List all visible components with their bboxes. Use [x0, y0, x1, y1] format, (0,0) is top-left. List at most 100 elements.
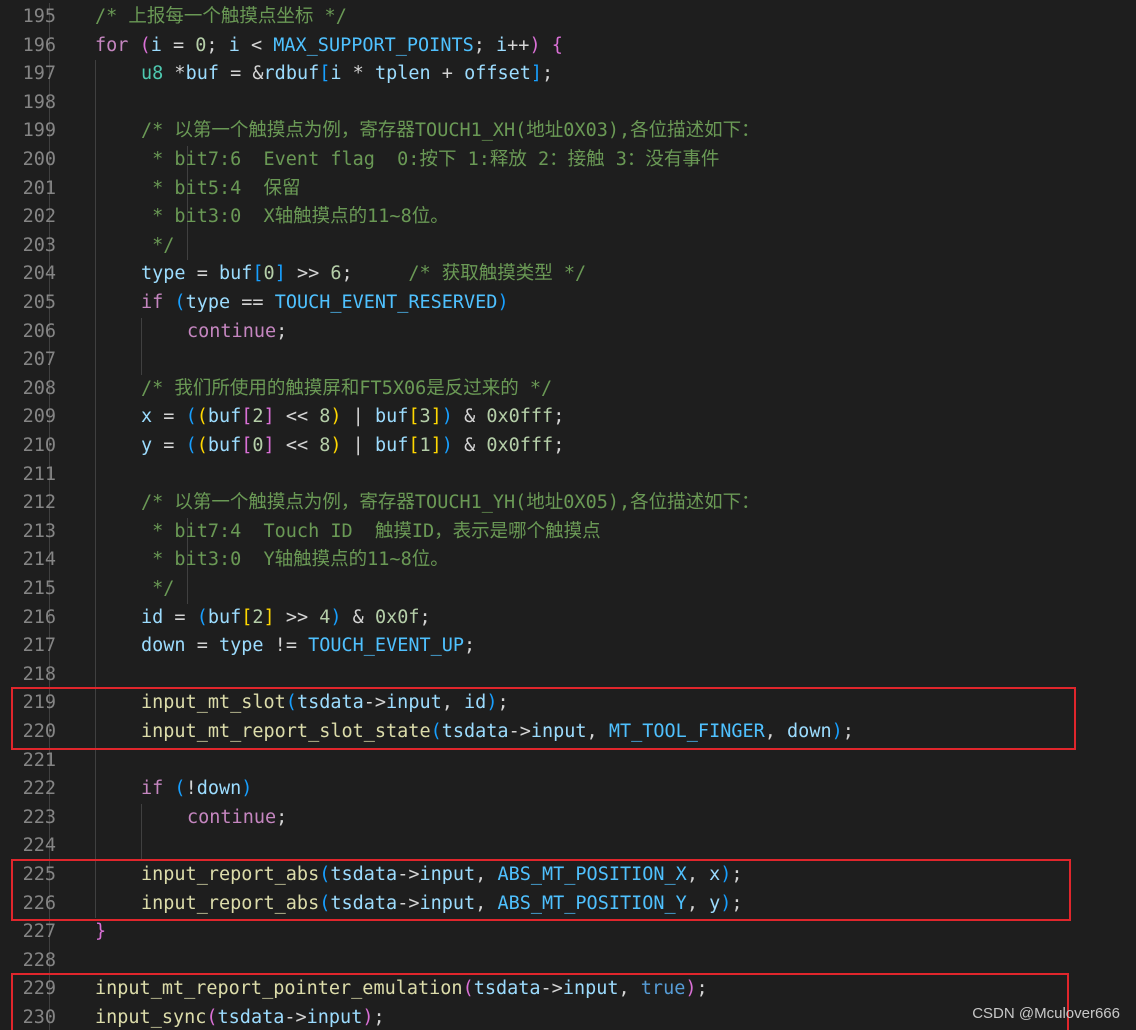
line-number: 211 [22, 463, 56, 485]
code-token: buf [218, 263, 253, 285]
line-code: /* 我们所使用的触摸屏和FT5X06是反过来的 */ [141, 375, 552, 404]
code-token: [ [241, 435, 253, 456]
line-number: 214 [22, 549, 56, 571]
code-token: ; [542, 63, 554, 85]
code-token: [ [252, 263, 264, 285]
code-token: if [141, 778, 164, 800]
line-number: 199 [22, 120, 56, 142]
code-token: ( [139, 34, 151, 56]
line-code: } [95, 918, 106, 947]
code-token: i [228, 34, 240, 56]
line-code: */ [141, 232, 174, 261]
code-line: 201 * bit5:4 保留 [0, 175, 1136, 204]
code-token: << [274, 435, 320, 456]
line-code: * bit7:4 Touch ID 触摸ID，表示是哪个触摸点 [141, 518, 601, 547]
code-token: [ [408, 406, 420, 428]
code-token: ) [441, 406, 453, 428]
code-token: ( [174, 778, 186, 800]
code-line: 217 down = type != TOUCH_EVENT_UP; [0, 632, 1136, 661]
line-code: for (i = 0; i < MAX_SUPPORT_POINTS; i++)… [95, 32, 563, 61]
code-token: + [430, 63, 465, 85]
code-token: ; [276, 320, 288, 342]
code-token: * bit7:4 Touch ID 触摸ID，表示是哪个触摸点 [141, 520, 601, 542]
line-code: * bit3:0 X轴触摸点的11~8位。 [141, 203, 449, 232]
code-token: << [274, 406, 320, 428]
code-token: ] [263, 606, 275, 628]
code-token: id [141, 606, 164, 628]
code-token: ( [196, 406, 208, 428]
code-line: 223 continue; [0, 804, 1136, 833]
line-number: 201 [22, 177, 56, 199]
code-token: i [496, 34, 508, 56]
code-token: ( [196, 435, 208, 456]
code-token: ) [529, 34, 541, 56]
code-line: 207 [0, 346, 1136, 375]
code-token: & [341, 606, 375, 628]
code-editor[interactable]: 195/* 上报每一个触摸点坐标 */196 for (i = 0; i < MA… [0, 0, 1136, 1030]
code-token: down [141, 635, 186, 657]
code-token: MAX_SUPPORT_POINTS [273, 34, 474, 56]
code-token: ; [419, 606, 431, 628]
code-token: ( [174, 292, 186, 313]
code-token: 0x0f [374, 606, 420, 628]
code-token: buf [207, 435, 242, 456]
line-number: 217 [22, 635, 56, 657]
line-number: 212 [22, 492, 56, 514]
code-line: 205 if (type == TOUCH_EVENT_RESERVED) [0, 289, 1136, 318]
code-token: ] [263, 435, 275, 456]
code-token: ; [276, 806, 288, 828]
line-code: y = ((buf[0] << 8) | buf[1]) & 0x0fff; [141, 432, 564, 461]
code-token: & [452, 406, 487, 428]
line-number: 215 [22, 578, 56, 599]
code-token: = [152, 435, 186, 456]
code-token: & [452, 435, 487, 456]
line-code: * bit7:6 Event flag 0:按下 1:释放 2：接触 3：没有事… [141, 146, 719, 175]
line-number: 200 [22, 149, 56, 170]
code-token: * [163, 63, 186, 85]
code-token: /* 上报每一个触摸点坐标 */ [95, 6, 347, 27]
code-token: rdbuf [263, 63, 320, 85]
line-code: /* 以第一个触摸点为例，寄存器TOUCH1_XH(地址0X03),各位描述如下… [141, 117, 760, 146]
code-line: 198 [0, 89, 1136, 118]
code-token: continue [187, 320, 277, 342]
line-number: 204 [22, 263, 56, 285]
code-token: for [95, 34, 129, 56]
line-number: 209 [22, 406, 56, 428]
code-token: 0 [263, 263, 275, 285]
code-token: = [163, 606, 197, 628]
code-line: 196 for (i = 0; i < MAX_SUPPORT_POINTS; i… [0, 32, 1136, 61]
code-token: y [141, 435, 153, 456]
code-token: x [141, 406, 153, 428]
code-token: * bit7:6 Event flag 0:按下 1:释放 2：接触 3：没有事… [141, 149, 720, 170]
code-token: ] [430, 406, 442, 428]
code-token: /* 获取触摸类型 */ [408, 263, 587, 285]
code-token: TOUCH_EVENT_UP [308, 635, 465, 657]
code-line: 216 id = (buf[2] >> 4) & 0x0f; [0, 604, 1136, 633]
line-number: 213 [22, 520, 56, 542]
code-token: down [196, 778, 242, 800]
line-code: u8 *buf = &rdbuf[i * tplen + offset]; [141, 60, 553, 89]
line-code: type = buf[0] >> 6; /* 获取触摸类型 */ [141, 260, 586, 289]
code-token: ; [553, 406, 565, 428]
code-token: type [185, 292, 231, 313]
code-token: ] [530, 63, 543, 85]
code-token: ) [330, 606, 342, 628]
line-code: if (!down) [141, 775, 252, 804]
code-token: ] [430, 435, 442, 456]
code-token: ( [185, 406, 197, 428]
code-token: */ [141, 578, 175, 599]
highlight-box [11, 859, 1071, 922]
code-token: tplen [374, 63, 431, 85]
code-token: = [185, 263, 219, 285]
code-line: 211 [0, 461, 1136, 490]
line-number: 195 [22, 6, 56, 27]
line-number: 203 [22, 234, 56, 256]
code-token: [ [319, 63, 331, 85]
code-token: ) [241, 778, 253, 800]
code-token: [ [241, 406, 253, 428]
line-code: id = (buf[2] >> 4) & 0x0f; [141, 604, 431, 633]
line-code: continue; [187, 318, 287, 347]
